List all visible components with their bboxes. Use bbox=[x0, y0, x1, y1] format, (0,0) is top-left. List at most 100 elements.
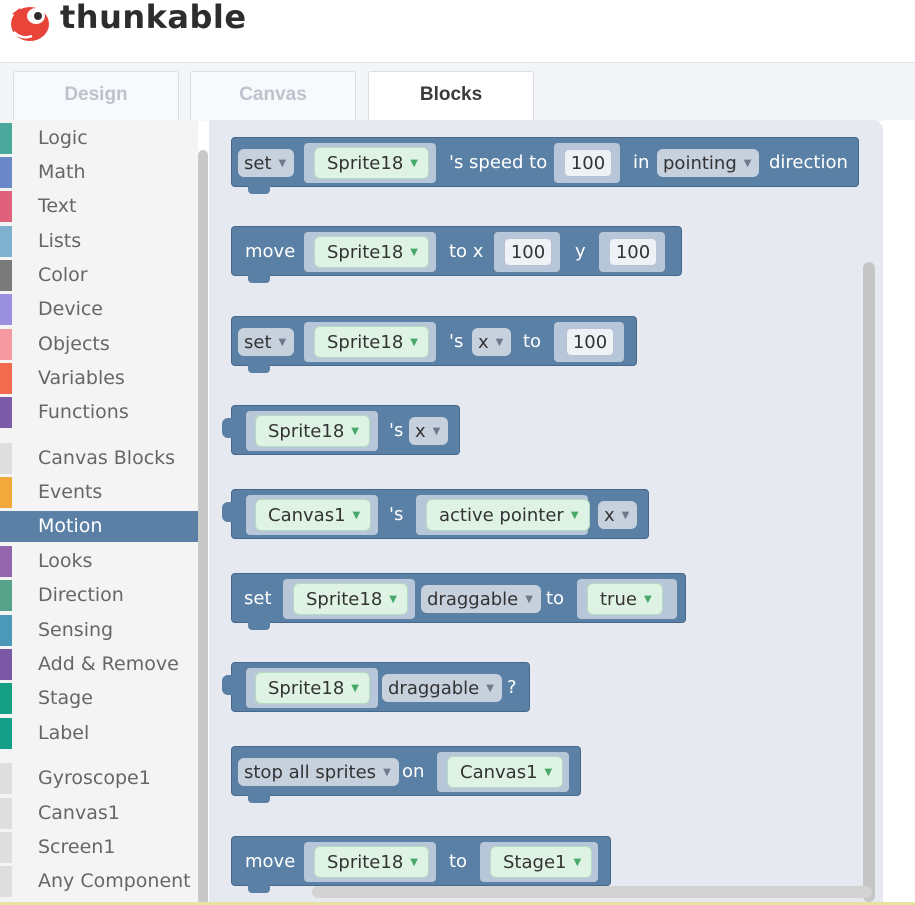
category-lists[interactable]: Lists bbox=[0, 226, 198, 257]
category-swatch bbox=[0, 294, 12, 325]
chevron-down-icon: ▼ bbox=[278, 157, 287, 169]
category-swatch bbox=[0, 866, 12, 897]
tab-design[interactable]: Design bbox=[13, 71, 179, 121]
speed-input[interactable]: 100 bbox=[564, 149, 612, 177]
property-dropdown[interactable]: x ▼ bbox=[472, 328, 512, 356]
category-logic[interactable]: Logic bbox=[0, 123, 198, 154]
pointing-label: pointing bbox=[663, 152, 737, 174]
property-dropdown[interactable]: x ▼ bbox=[409, 417, 449, 445]
chevron-down-icon: ▼ bbox=[486, 682, 494, 694]
category-label: Stage bbox=[38, 687, 93, 709]
block-move-to-xy[interactable]: move Sprite18 ▼ to x 100 y 100 bbox=[231, 226, 682, 283]
direction-label: direction bbox=[769, 151, 848, 173]
block-notch bbox=[248, 185, 270, 194]
canvas-dropdown[interactable]: Canvas1 ▼ bbox=[447, 756, 564, 788]
to-label: to bbox=[449, 850, 468, 872]
block-get-property[interactable]: Sprite18 ▼ 's x ▼ bbox=[222, 405, 460, 455]
category-swatch bbox=[0, 511, 12, 542]
category-label: Math bbox=[38, 161, 86, 183]
axis-dropdown[interactable]: x ▼ bbox=[598, 501, 638, 529]
category-looks[interactable]: Looks bbox=[0, 546, 198, 577]
draggable-dropdown[interactable]: draggable ▼ bbox=[382, 674, 502, 702]
category-motion[interactable]: Motion bbox=[0, 511, 198, 542]
chevron-down-icon: ▼ bbox=[643, 593, 652, 605]
category-label: Label bbox=[38, 722, 90, 744]
canvas-dropdown[interactable]: Canvas1 ▼ bbox=[255, 499, 372, 531]
block-set-speed[interactable]: set ▼ Sprite18 ▼ 's speed to 100 in pointi… bbox=[231, 137, 859, 194]
block-canvas-pointer[interactable]: Canvas1 ▼ 's active pointer ▼ x ▼ bbox=[222, 489, 649, 539]
category-swatch bbox=[0, 798, 12, 829]
in-label: in bbox=[633, 151, 650, 173]
sprite-dropdown[interactable]: Sprite18 ▼ bbox=[314, 236, 429, 268]
brand-wordmark: thunkable bbox=[60, 0, 247, 36]
category-swatch bbox=[0, 832, 12, 863]
workspace-right-gutter bbox=[883, 120, 915, 905]
category-label: Color bbox=[38, 264, 88, 286]
move-label: move bbox=[245, 850, 296, 872]
category-swatch bbox=[0, 157, 12, 188]
y-label: y bbox=[575, 240, 586, 262]
stage-dropdown[interactable]: Stage1 ▼ bbox=[490, 846, 593, 878]
workspace-horizontal-scrollbar[interactable] bbox=[312, 886, 872, 898]
chevron-down-icon: ▼ bbox=[573, 856, 582, 868]
block-notch bbox=[248, 621, 270, 630]
category-stage[interactable]: Stage bbox=[0, 683, 198, 714]
category-device[interactable]: Device bbox=[0, 294, 198, 325]
block-set-draggable[interactable]: set Sprite18 ▼ draggable ▼ to true ▼ bbox=[231, 573, 686, 630]
draggable-dropdown[interactable]: draggable ▼ bbox=[421, 585, 541, 613]
category-events[interactable]: Events bbox=[0, 477, 198, 508]
x-input[interactable]: 100 bbox=[504, 238, 552, 266]
tab-blocks[interactable]: Blocks bbox=[368, 71, 534, 123]
category-swatch bbox=[0, 329, 12, 360]
editor-tabs: Design Canvas Blocks bbox=[0, 62, 915, 123]
block-set-property[interactable]: set ▼ Sprite18 ▼ 's x ▼ to 100 bbox=[231, 316, 637, 373]
sprite-dropdown[interactable]: Sprite18 ▼ bbox=[293, 583, 408, 615]
category-label: Screen1 bbox=[38, 836, 116, 858]
block-is-draggable[interactable]: Sprite18 ▼ draggable ▼ ? bbox=[222, 662, 530, 712]
block-move-to-stage[interactable]: move Sprite18 ▼ to Stage1 ▼ bbox=[231, 836, 611, 893]
category-direction[interactable]: Direction bbox=[0, 580, 198, 611]
active-pointer-dropdown[interactable]: active pointer ▼ bbox=[426, 499, 590, 531]
chevron-down-icon: ▼ bbox=[351, 682, 359, 694]
block-stop-all-sprites[interactable]: stop all sprites ▼ on Canvas1 ▼ bbox=[231, 746, 581, 803]
category-label[interactable]: Label bbox=[0, 718, 198, 749]
chevron-down-icon: ▼ bbox=[410, 856, 418, 868]
pointing-dropdown[interactable]: pointing ▼ bbox=[657, 149, 760, 177]
set-dropdown[interactable]: set ▼ bbox=[238, 149, 295, 177]
category-sensing[interactable]: Sensing bbox=[0, 615, 198, 646]
sidebar-scrollbar[interactable] bbox=[198, 150, 208, 905]
block-notch bbox=[248, 274, 270, 283]
category-screen1[interactable]: Screen1 bbox=[0, 832, 198, 863]
move-label: move bbox=[245, 240, 296, 262]
canvas-label: Canvas1 bbox=[268, 504, 346, 526]
category-label: Looks bbox=[38, 550, 93, 572]
category-canvas-blocks[interactable]: Canvas Blocks bbox=[0, 443, 198, 474]
chevron-down-icon: ▼ bbox=[410, 246, 418, 258]
value-input[interactable]: 100 bbox=[566, 328, 614, 356]
set-dropdown[interactable]: set ▼ bbox=[238, 328, 295, 356]
tab-canvas[interactable]: Canvas bbox=[190, 71, 356, 121]
category-gyroscope1[interactable]: Gyroscope1 bbox=[0, 763, 198, 794]
boolean-dropdown[interactable]: true ▼ bbox=[587, 583, 663, 615]
sprite-dropdown[interactable]: Sprite18 ▼ bbox=[314, 846, 429, 878]
block-notch bbox=[248, 364, 270, 373]
category-math[interactable]: Math bbox=[0, 157, 198, 188]
category-any-component[interactable]: Any Component bbox=[0, 866, 198, 897]
category-variables[interactable]: Variables bbox=[0, 363, 198, 394]
stop-dropdown[interactable]: stop all sprites ▼ bbox=[238, 758, 399, 786]
workspace-vertical-scrollbar[interactable] bbox=[863, 262, 875, 902]
y-input[interactable]: 100 bbox=[609, 238, 657, 266]
category-color[interactable]: Color bbox=[0, 260, 198, 291]
sprite-dropdown[interactable]: Sprite18 ▼ bbox=[314, 326, 429, 358]
chevron-down-icon: ▼ bbox=[351, 425, 359, 437]
category-functions[interactable]: Functions bbox=[0, 397, 198, 428]
category-add-remove[interactable]: Add & Remove bbox=[0, 649, 198, 680]
category-swatch bbox=[0, 683, 12, 714]
category-text[interactable]: Text bbox=[0, 191, 198, 222]
sprite-dropdown[interactable]: Sprite18 ▼ bbox=[255, 415, 370, 447]
sprite-dropdown[interactable]: Sprite18 ▼ bbox=[255, 672, 370, 704]
sprite-dropdown[interactable]: Sprite18 ▼ bbox=[314, 147, 429, 179]
category-objects[interactable]: Objects bbox=[0, 329, 198, 360]
category-canvas1[interactable]: Canvas1 bbox=[0, 798, 198, 829]
category-swatch bbox=[0, 226, 12, 257]
